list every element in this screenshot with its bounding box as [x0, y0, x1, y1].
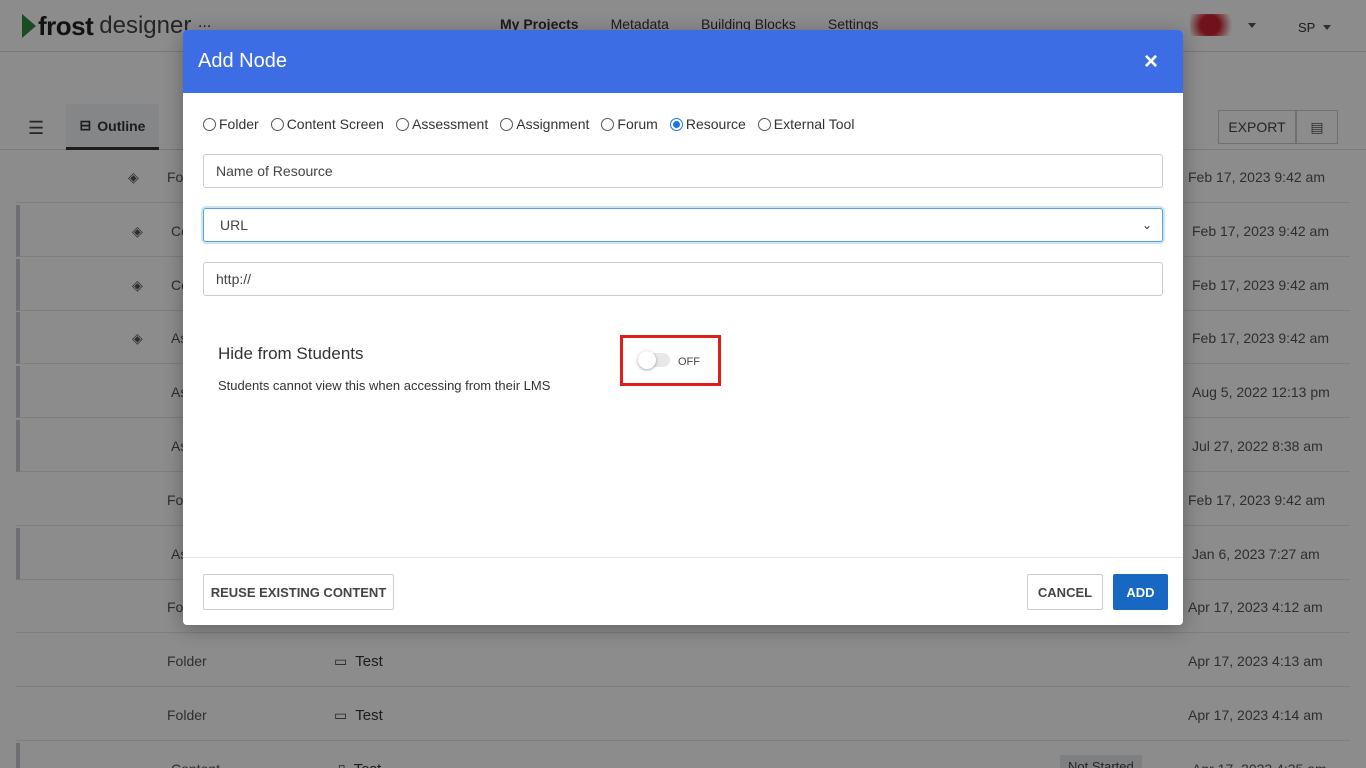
radio-resource[interactable]: Resource	[669, 116, 746, 132]
resource-type-value: URL	[220, 217, 249, 233]
radio-button-icon[interactable]	[395, 117, 409, 131]
radio-content-screen[interactable]: Content Screen	[270, 116, 384, 132]
radio-external-tool[interactable]: External Tool	[757, 116, 855, 132]
radio-folder[interactable]: Folder	[203, 116, 259, 132]
radio-button-icon[interactable]	[500, 117, 514, 131]
hide-from-students-toggle[interactable]	[638, 351, 670, 369]
radio-label: External Tool	[773, 116, 855, 132]
url-input[interactable]: http://	[203, 262, 1163, 296]
resource-name-input[interactable]: Name of Resource	[203, 154, 1163, 188]
cancel-button[interactable]: CANCEL	[1027, 574, 1103, 610]
radio-button-icon[interactable]	[669, 117, 683, 131]
hide-from-students-description: Students cannot view this when accessing…	[218, 378, 551, 393]
close-icon[interactable]: ×	[1144, 49, 1168, 74]
radio-label: Assignment	[516, 116, 590, 132]
radio-label: Resource	[685, 116, 746, 132]
hide-from-students-heading: Hide from Students	[218, 344, 364, 363]
toggle-knob	[638, 351, 656, 369]
radio-button-icon[interactable]	[601, 117, 615, 131]
reuse-existing-content-button[interactable]: REUSE EXISTING CONTENT	[203, 574, 394, 610]
node-type-radio-group: Folder Content Screen Assessment Assignment…	[203, 116, 854, 132]
radio-forum[interactable]: Forum	[601, 116, 658, 132]
resource-type-select[interactable]: URL ⌄	[203, 208, 1163, 242]
add-node-dialog: Add Node × Folder Content Screen Assessmen…	[183, 30, 1183, 625]
toggle-state-label: OFF	[678, 356, 700, 368]
dialog-title: Add Node	[198, 50, 287, 72]
radio-assessment[interactable]: Assessment	[395, 116, 489, 132]
radio-button-icon[interactable]	[270, 117, 284, 131]
dialog-header: Add Node ×	[183, 30, 1183, 93]
chevron-down-icon: ⌄	[1141, 218, 1152, 232]
radio-button-icon[interactable]	[203, 117, 216, 131]
radio-label: Content Screen	[286, 116, 384, 132]
radio-button-icon[interactable]	[757, 117, 771, 131]
radio-assignment[interactable]: Assignment	[500, 116, 589, 132]
toggle-highlight-box: OFF	[620, 335, 721, 386]
add-button[interactable]: ADD	[1113, 574, 1168, 610]
dialog-footer: REUSE EXISTING CONTENT CANCEL ADD	[183, 557, 1183, 625]
radio-label: Assessment	[411, 116, 489, 132]
radio-label: Forum	[617, 116, 658, 132]
radio-label: Folder	[219, 116, 259, 132]
